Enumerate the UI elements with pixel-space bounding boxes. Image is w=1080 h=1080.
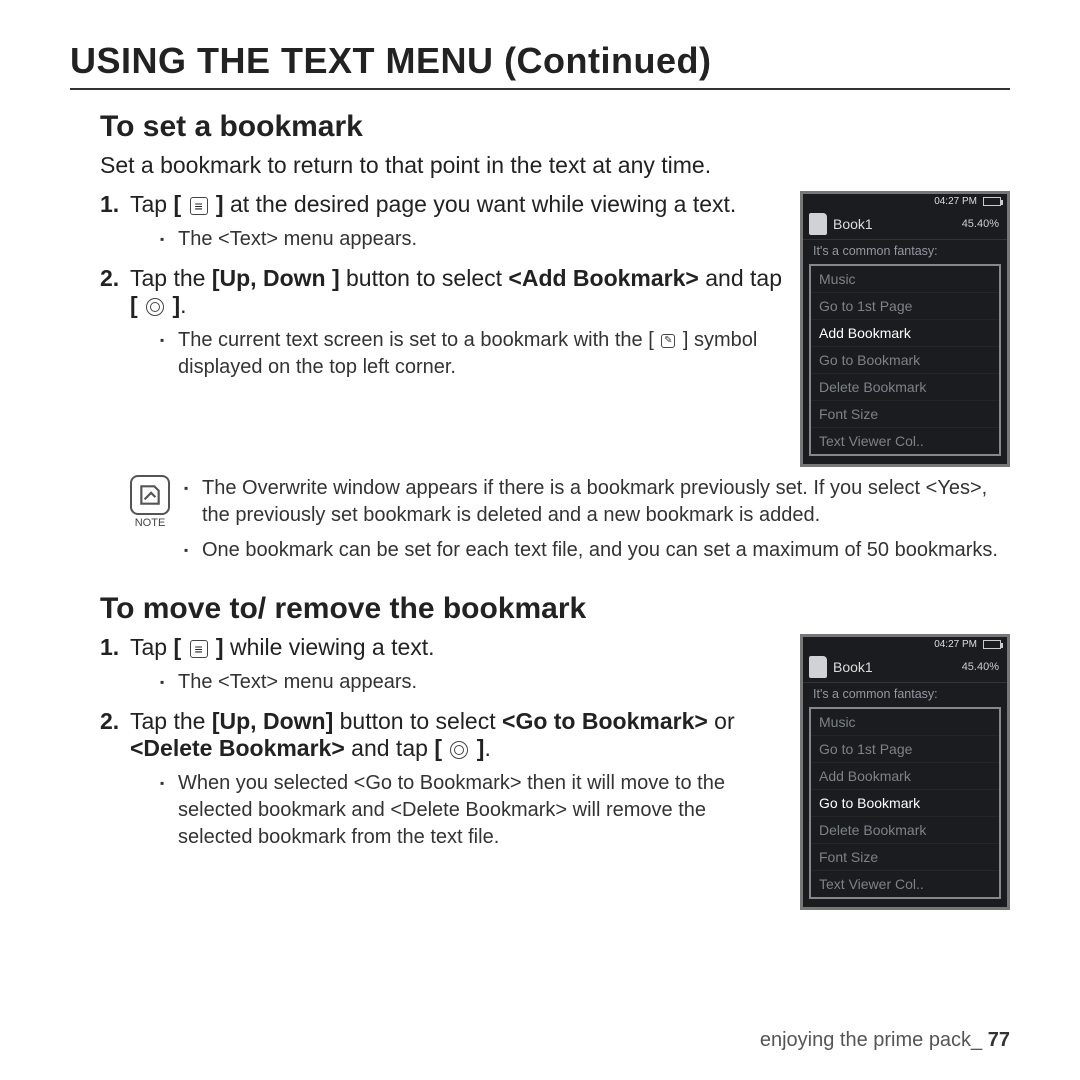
menu-item: Font Size [811,843,999,870]
text: <Go to Bookmark> [502,708,708,734]
note-label: NOTE [135,517,166,529]
device1-time: 04:27 PM [934,196,977,207]
section1-step2-sub: The current text screen is set to a book… [160,327,784,381]
text: Up, Down [220,265,332,291]
menu-item: Add Bookmark [811,762,999,789]
device2-time: 04:27 PM [934,639,977,650]
note-icon: NOTE [130,475,170,529]
text: Up, Down [220,708,326,734]
section2-step2: Tap the [Up, Down] button to select <Go … [100,708,784,851]
device2-book: Book1 [833,659,873,675]
note1: The Overwrite window appears if there is… [184,475,1010,529]
text: <Delete Bookmark> [130,735,345,761]
menu-icon [190,640,208,658]
footer-text: enjoying the prime pack_ [760,1029,988,1051]
page-icon [809,656,827,678]
device2-menu: Music Go to 1st Page Add Bookmark Go to … [809,707,1001,899]
device1-fantasy: It's a common fantasy: [803,240,1007,260]
menu-item: Go to 1st Page [811,735,999,762]
bookmark-icon [661,334,675,348]
page-title: USING THE TEXT MENU (Continued) [70,40,1010,90]
text: or [708,708,735,734]
section1-step2: Tap the [Up, Down ] button to select <Ad… [100,265,784,381]
text: Tap the [130,708,212,734]
device-screenshot-2: 04:27 PM Book1 45.40% It's a common fant… [800,634,1010,910]
select-icon [146,298,164,316]
section1-step1: Tap [ ] at the desired page you want whi… [100,191,784,253]
text: The current text screen is set to a book… [178,329,648,351]
menu-item: Font Size [811,400,999,427]
section2-step2-sub: When you selected <Go to Bookmark> then … [160,770,784,851]
device1-menu: Music Go to 1st Page Add Bookmark Go to … [809,264,1001,456]
battery-icon [983,640,1001,649]
text: and tap [345,735,435,761]
page-number: 77 [988,1029,1010,1051]
section2-step1: Tap [ ] while viewing a text. The <Text>… [100,634,784,696]
device-screenshot-1: 04:27 PM Book1 45.40% It's a common fant… [800,191,1010,467]
menu-icon [190,197,208,215]
device1-book: Book1 [833,216,873,232]
text: while viewing a text. [224,634,435,660]
text: <Add Bookmark> [508,265,698,291]
menu-item: Delete Bookmark [811,373,999,400]
device1-percent: 45.40% [962,218,999,230]
menu-item: Delete Bookmark [811,816,999,843]
select-icon [450,741,468,759]
menu-item-selected: Go to Bookmark [811,789,999,816]
section2-step1-sub: The <Text> menu appears. [160,669,784,696]
section1-title: To set a bookmark [100,110,1010,144]
note2: One bookmark can be set for each text fi… [184,537,1010,564]
device2-percent: 45.40% [962,661,999,673]
menu-item: Text Viewer Col.. [811,870,999,897]
menu-item-selected: Add Bookmark [811,319,999,346]
menu-item: Text Viewer Col.. [811,427,999,454]
text: button to select [333,708,502,734]
text: Tap [130,191,173,217]
menu-item: Music [811,266,999,292]
text: at the desired page you want while viewi… [224,191,737,217]
battery-icon [983,197,1001,206]
menu-item: Go to Bookmark [811,346,999,373]
menu-item: Go to 1st Page [811,292,999,319]
text: Tap [130,634,173,660]
text: and tap [699,265,782,291]
text: Tap the [130,265,212,291]
device2-fantasy: It's a common fantasy: [803,683,1007,703]
menu-item: Music [811,709,999,735]
text: button to select [340,265,509,291]
section2-title: To move to/ remove the bookmark [100,592,1010,626]
section1-step1-sub: The <Text> menu appears. [160,226,784,253]
page-footer: enjoying the prime pack_ 77 [760,1029,1010,1052]
page-icon [809,213,827,235]
section1-intro: Set a bookmark to return to that point i… [100,152,1010,179]
